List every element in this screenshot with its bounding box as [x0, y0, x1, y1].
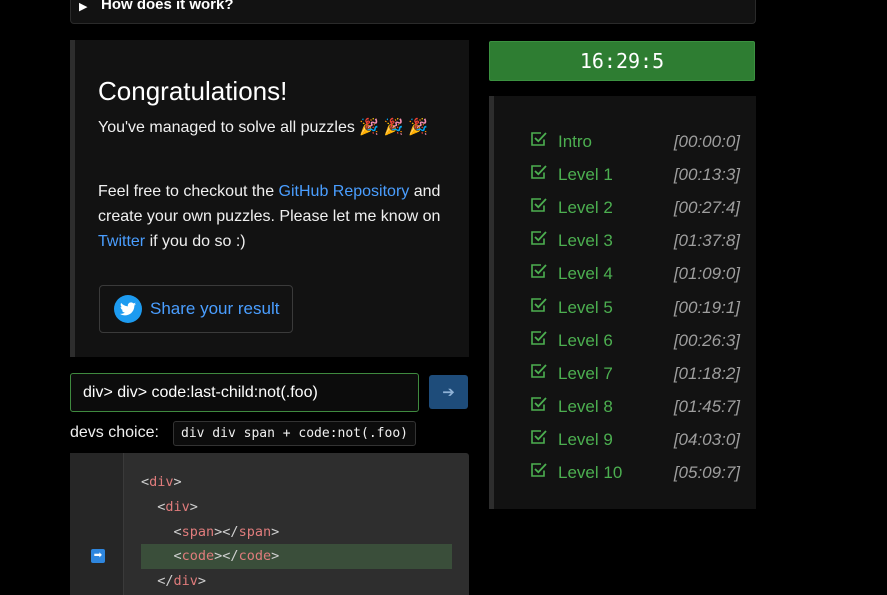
code-gutter: ➡ — [70, 453, 124, 595]
details-summary[interactable]: How does it work? — [101, 0, 234, 13]
tag-name: span — [181, 523, 215, 540]
message-text: Feel free to checkout the — [98, 183, 279, 200]
tag-bracket: < — [141, 474, 150, 490]
current-line-arrow-icon: ➡ — [91, 549, 105, 563]
share-result-button[interactable]: Share your result — [99, 285, 293, 333]
tag-name: div — [149, 474, 174, 490]
level-name: Level 9 — [558, 429, 613, 449]
level-name: Level 2 — [558, 198, 613, 218]
level-time: [01:18:2] — [673, 363, 740, 383]
level-item[interactable]: Level 3 [01:37:8] — [530, 229, 740, 262]
level-item[interactable]: Level 8 [01:45:7] — [530, 395, 740, 428]
level-item[interactable]: Level 5 [00:19:1] — [530, 296, 740, 329]
checkbox-checked-icon — [531, 297, 547, 312]
devs-choice-code: div div span + code:not(.foo) — [173, 421, 416, 446]
code-line: <div> — [141, 470, 452, 495]
code-lines: <div> <div> <span></span> <code></code> … — [141, 470, 452, 594]
level-time: [00:00:0] — [673, 132, 740, 151]
devs-choice-label: devs choice: — [70, 424, 159, 441]
tag-bracket: ></ — [214, 523, 239, 540]
level-item[interactable]: Level 7 [01:18:2] — [530, 362, 740, 395]
level-time: [04:03:0] — [673, 429, 740, 449]
code-line: <div> — [141, 495, 452, 520]
level-item[interactable]: Level 4 [01:09:0] — [530, 262, 740, 295]
level-item[interactable]: Level 2 [00:27:4] — [530, 196, 740, 229]
disclosure-triangle-icon: ▶ — [79, 1, 88, 13]
tag-bracket: < — [173, 548, 182, 565]
twitter-icon — [114, 295, 142, 323]
tag-name: div — [173, 573, 198, 590]
checkbox-checked-icon — [531, 330, 547, 345]
how-it-works-details[interactable]: ▶ How does it work? — [70, 0, 756, 24]
tag-name: code — [181, 548, 215, 565]
tag-bracket: > — [271, 523, 280, 540]
tag-bracket: > — [189, 498, 198, 515]
level-time: [05:09:7] — [673, 463, 740, 482]
message-text: if you do so :) — [145, 233, 246, 250]
checkbox-checked-icon — [531, 363, 547, 378]
level-name: Level 5 — [558, 297, 613, 317]
checkbox-checked-icon — [531, 165, 547, 179]
checkbox-checked-icon — [531, 231, 547, 246]
elapsed-timer: 16:29:5 — [489, 41, 755, 81]
twitter-link[interactable]: Twitter — [98, 233, 145, 250]
code-line: </div> — [141, 569, 452, 594]
tag-name: div — [165, 498, 190, 515]
level-name: Level 3 — [558, 231, 613, 251]
levels-list: Intro [00:00:0] Level 1 [00:13:3] Level 2 [00… — [489, 96, 756, 509]
checkbox-checked-icon — [531, 430, 547, 444]
congratulations-panel: Congratulations! You've managed to solve… — [70, 40, 469, 357]
code-panel: ➡ <div> <div> <span></span> <code></code… — [70, 453, 469, 595]
level-name: Level 8 — [558, 396, 613, 416]
level-name: Level 4 — [558, 264, 613, 284]
checkbox-checked-icon — [531, 198, 547, 212]
level-time: [01:09:0] — [673, 264, 740, 284]
submit-selector-button[interactable]: ➔ — [429, 375, 468, 409]
level-time: [00:19:1] — [673, 297, 740, 317]
level-item[interactable]: Level 6 [00:26:3] — [530, 329, 740, 362]
level-time: [01:37:8] — [673, 231, 740, 251]
level-time: [00:13:3] — [673, 165, 740, 185]
level-name: Level 6 — [558, 330, 613, 350]
level-time: [01:45:7] — [673, 396, 740, 416]
congratulations-title: Congratulations! — [98, 76, 288, 106]
level-name: Intro — [558, 132, 593, 151]
level-item[interactable]: Intro [00:00:0] — [530, 130, 740, 163]
github-link[interactable]: GitHub Repository — [279, 183, 410, 200]
tag-bracket: ></ — [214, 548, 239, 565]
level-item[interactable]: Level 1 [00:13:3] — [530, 163, 740, 196]
solved-message: You've managed to solve all puzzles 🎉 🎉 … — [98, 119, 428, 136]
level-item[interactable]: Level 9 [04:03:0] — [530, 428, 740, 461]
tag-bracket: </ — [157, 573, 174, 590]
tag-bracket: < — [173, 523, 182, 540]
arrow-right-icon: ➔ — [442, 384, 455, 401]
level-name: Level 10 — [558, 463, 623, 482]
level-time: [00:27:4] — [673, 198, 740, 218]
tag-bracket: > — [173, 474, 182, 490]
code-line-highlighted: <code></code> — [141, 544, 452, 570]
checkbox-checked-icon — [531, 396, 547, 411]
checkbox-checked-icon — [531, 132, 547, 146]
checkbox-checked-icon — [531, 463, 547, 477]
share-result-label: Share your result — [150, 299, 280, 318]
tag-name: span — [238, 523, 272, 540]
level-time: [00:26:3] — [673, 330, 740, 350]
repository-message: Feel free to checkout the GitHub Reposit… — [98, 179, 453, 254]
level-item[interactable]: Level 10 [05:09:7] — [530, 461, 740, 494]
level-name: Level 7 — [558, 363, 613, 383]
level-name: Level 1 — [558, 165, 613, 185]
tag-name: code — [238, 548, 272, 565]
checkbox-checked-icon — [531, 264, 547, 279]
code-line: <span></span> — [141, 520, 452, 545]
selector-input[interactable] — [70, 373, 419, 412]
tag-bracket: > — [197, 573, 207, 590]
tag-bracket: > — [271, 548, 280, 565]
